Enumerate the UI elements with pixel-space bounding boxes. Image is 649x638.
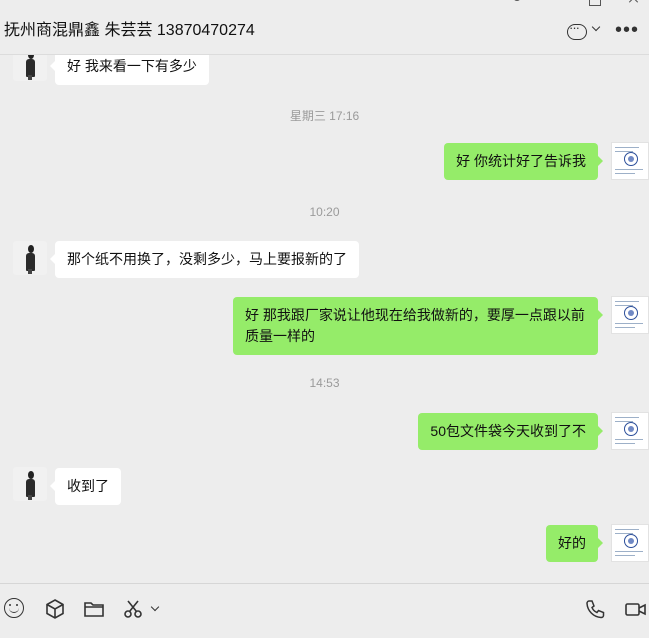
message-list[interactable]: 好 我来看一下有多少 星期三 17:16 好 你统计好了告诉我 10:20 那个… [0,55,649,583]
message-outgoing[interactable]: 好的 [546,525,603,562]
emoji-icon[interactable] [4,598,24,618]
self-avatar[interactable] [611,524,649,562]
self-avatar[interactable] [611,296,649,334]
maximize-icon[interactable] [589,0,601,6]
message-outgoing[interactable]: 好 那我跟厂家说让他现在给我做新的，要厚一点跟以前质量一样的 [233,297,603,355]
message-incoming[interactable]: 收到了 [50,468,121,505]
timestamp: 14:53 [309,376,340,390]
window-controls [489,0,649,6]
video-call-icon[interactable] [624,598,646,620]
chevron-down-icon[interactable] [150,602,160,612]
contact-avatar[interactable] [13,241,47,275]
timestamp: 星期三 17:16 [289,109,360,123]
input-toolbar [0,583,649,638]
chat-bubble-icon[interactable] [567,20,587,40]
scissors-icon[interactable] [122,598,144,620]
self-avatar[interactable] [611,412,649,450]
timestamp: 10:20 [309,205,340,219]
contact-avatar[interactable] [13,55,47,81]
folder-icon[interactable] [83,598,105,620]
chat-title: 抚州商混鼎鑫 朱芸芸 13870470274 [4,22,255,39]
message-incoming[interactable]: 好 我来看一下有多少 [50,55,209,85]
chevron-down-icon[interactable] [591,22,601,32]
contact-avatar[interactable] [13,467,47,501]
phone-icon[interactable] [584,598,606,620]
message-outgoing[interactable]: 好 你统计好了告诉我 [444,143,603,180]
sticker-cube-icon[interactable] [44,598,66,620]
chat-header: 抚州商混鼎鑫 朱芸芸 13870470274 ••• [0,0,649,55]
header-actions: ••• [561,19,641,44]
message-outgoing[interactable]: 50包文件袋今天收到了不 [418,413,603,450]
close-icon[interactable] [629,0,639,4]
pin-icon[interactable] [513,0,521,1]
message-incoming[interactable]: 那个纸不用换了，没剩多少，马上要报新的了 [50,241,359,278]
more-icon[interactable]: ••• [615,19,639,42]
self-avatar[interactable] [611,142,649,180]
